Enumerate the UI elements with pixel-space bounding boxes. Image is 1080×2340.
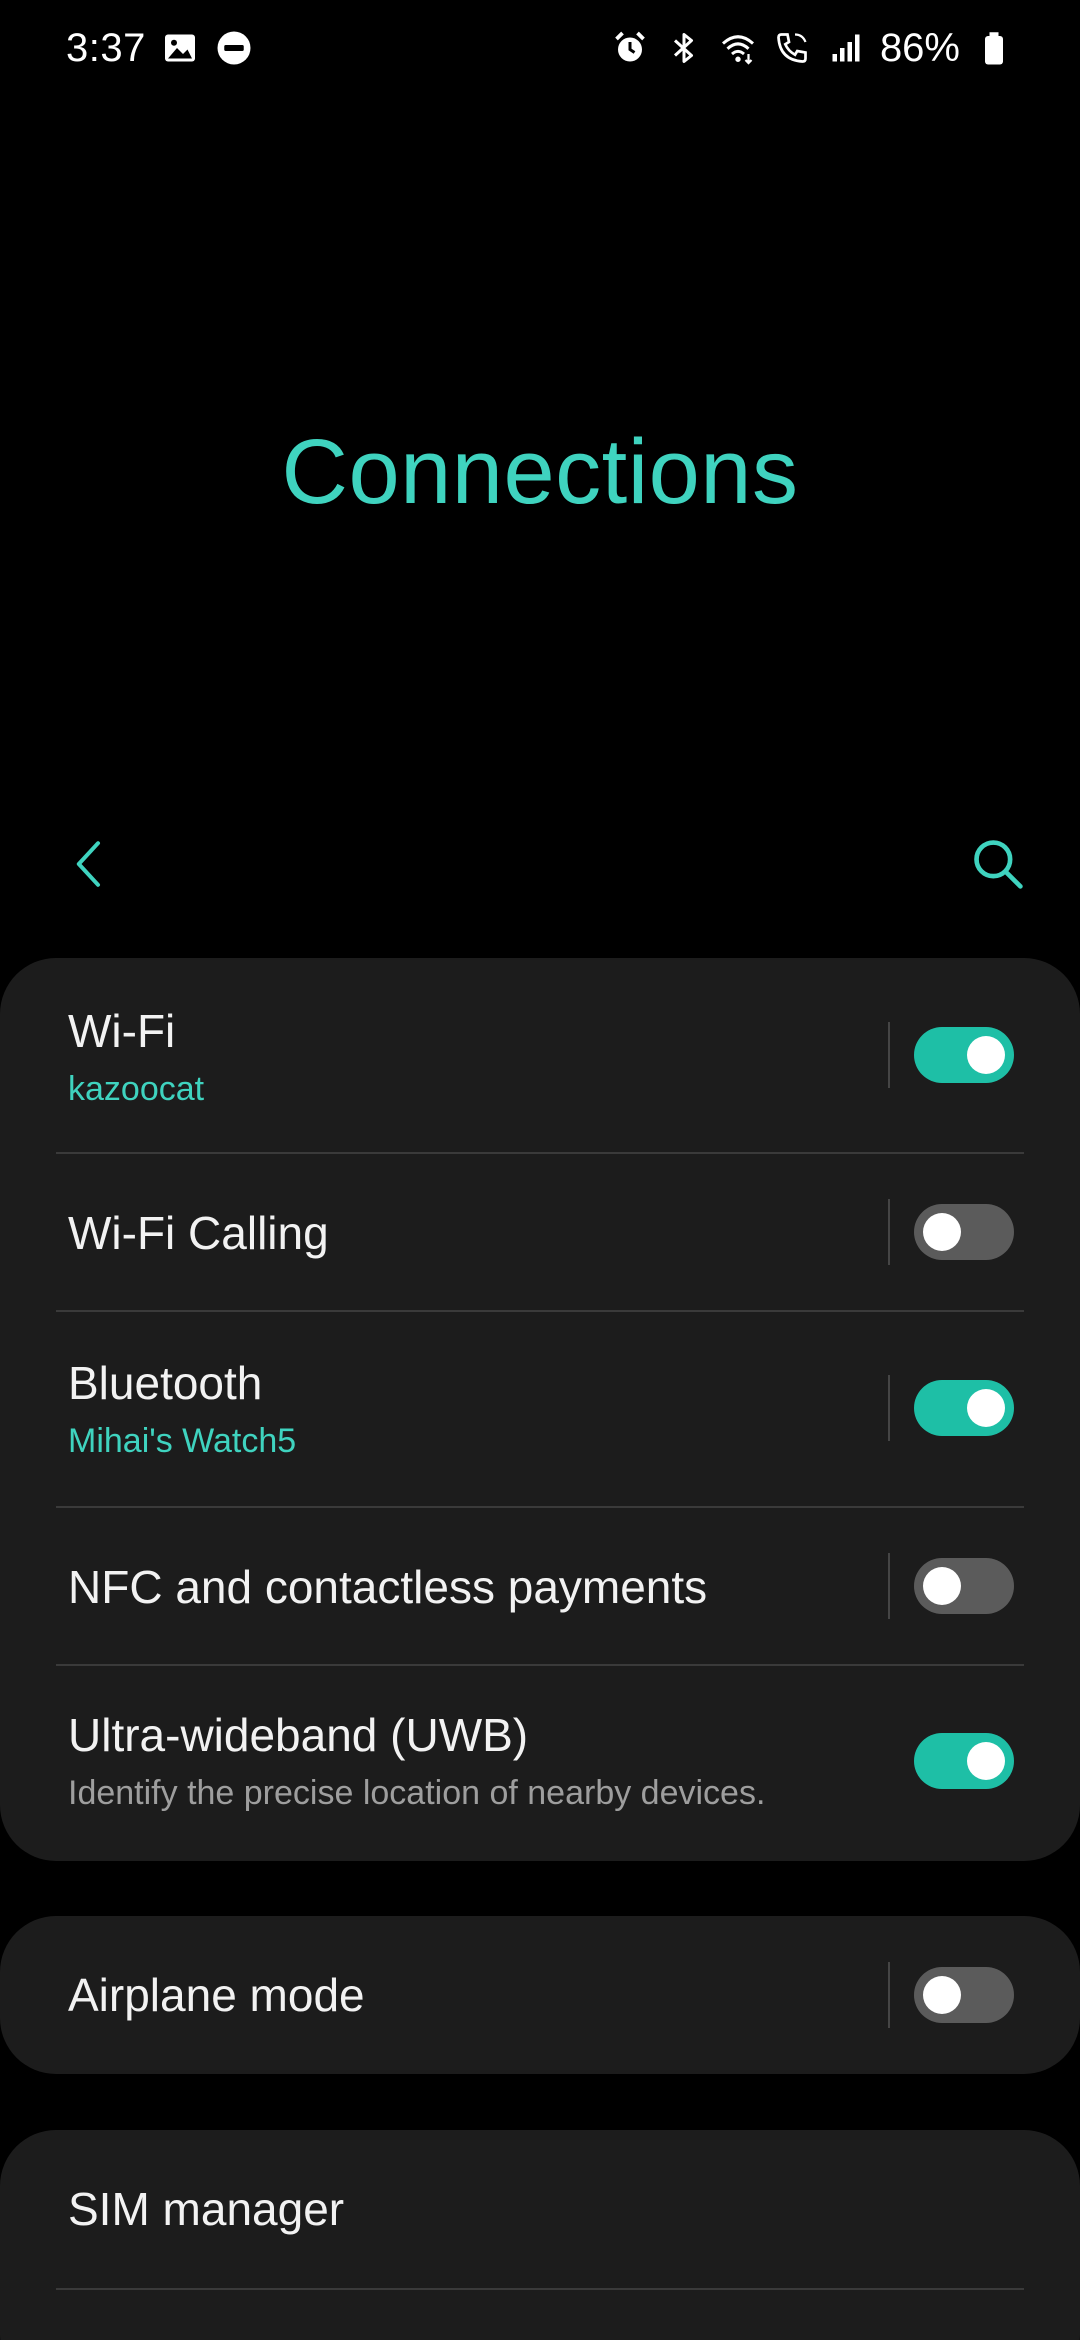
page-title: Connections: [281, 421, 799, 523]
alarm-icon: [610, 28, 650, 68]
uwb-title: Ultra-wideband (UWB): [68, 1709, 529, 1761]
wifi-calling-title: Wi-Fi Calling: [68, 1207, 329, 1259]
toggle-knob: [967, 1389, 1005, 1427]
sim-manager-row[interactable]: SIM manager: [0, 2130, 1080, 2288]
wifi-title: Wi-Fi: [68, 1005, 176, 1057]
bluetooth-row[interactable]: Bluetooth Mihai's Watch5: [0, 1312, 1080, 1504]
bluetooth-device-name: Mihai's Watch5: [68, 1422, 297, 1460]
nfc-separator: [888, 1553, 890, 1619]
bluetooth-toggle[interactable]: [914, 1380, 1014, 1436]
airplane-separator: [888, 1962, 890, 2028]
nfc-title: NFC and contactless payments: [68, 1561, 708, 1613]
nfc-toggle[interactable]: [914, 1558, 1014, 1614]
search-button[interactable]: [966, 832, 1030, 896]
gallery-icon: [160, 28, 200, 68]
uwb-description: Identify the precise location of nearby …: [68, 1774, 766, 1812]
airplane-card: Airplane mode: [0, 1916, 1080, 2074]
battery-icon: [974, 28, 1014, 68]
bluetooth-title: Bluetooth: [68, 1357, 263, 1409]
status-time: 3:37: [66, 25, 146, 70]
airplane-row[interactable]: Airplane mode: [0, 1916, 1080, 2074]
wifi-row[interactable]: Wi-Fi kazoocat: [0, 958, 1080, 1152]
search-icon: [974, 840, 1023, 889]
wifi-separator: [888, 1022, 890, 1088]
divider: [56, 2288, 1024, 2290]
uwb-row[interactable]: Ultra-wideband (UWB) Identify the precis…: [0, 1666, 1080, 1861]
toggle-knob: [967, 1742, 1005, 1780]
wifi-calling-icon: [772, 28, 812, 68]
signal-icon: [826, 28, 866, 68]
bluetooth-icon: [664, 28, 704, 68]
connections-screen: 3:37 86% Connections Wi-Fi kazoocat Wi-F…: [0, 0, 1080, 2340]
airplane-toggle[interactable]: [914, 1967, 1014, 2023]
status-bar: 3:37 86%: [0, 0, 1080, 96]
toggle-knob: [923, 1976, 961, 2014]
back-button[interactable]: [58, 832, 122, 896]
wifi-calling-row[interactable]: Wi-Fi Calling: [0, 1154, 1080, 1310]
toggle-knob: [967, 1036, 1005, 1074]
toggle-knob: [923, 1567, 961, 1605]
toolbar: [0, 820, 1080, 910]
toggle-knob: [923, 1213, 961, 1251]
chevron-left-icon: [76, 841, 100, 887]
wifi-calling-toggle[interactable]: [914, 1204, 1014, 1260]
connections-card: Wi-Fi kazoocat Wi-Fi Calling Bluetooth M…: [0, 958, 1080, 1861]
wifi-toggle[interactable]: [914, 1027, 1014, 1083]
uwb-toggle[interactable]: [914, 1733, 1014, 1789]
bluetooth-separator: [888, 1375, 890, 1441]
nfc-row[interactable]: NFC and contactless payments: [0, 1508, 1080, 1664]
wifi-calling-separator: [888, 1199, 890, 1265]
status-right: 86%: [610, 26, 1014, 71]
do-not-disturb-icon: [214, 28, 254, 68]
sim-manager-title: SIM manager: [68, 2183, 345, 2235]
sim-card: SIM manager: [0, 2130, 1080, 2340]
wifi-network-name: kazoocat: [68, 1070, 205, 1108]
status-left: 3:37: [66, 26, 254, 71]
battery-percentage: 86%: [879, 25, 960, 70]
airplane-title: Airplane mode: [68, 1969, 365, 2021]
wifi-icon: [718, 28, 758, 68]
